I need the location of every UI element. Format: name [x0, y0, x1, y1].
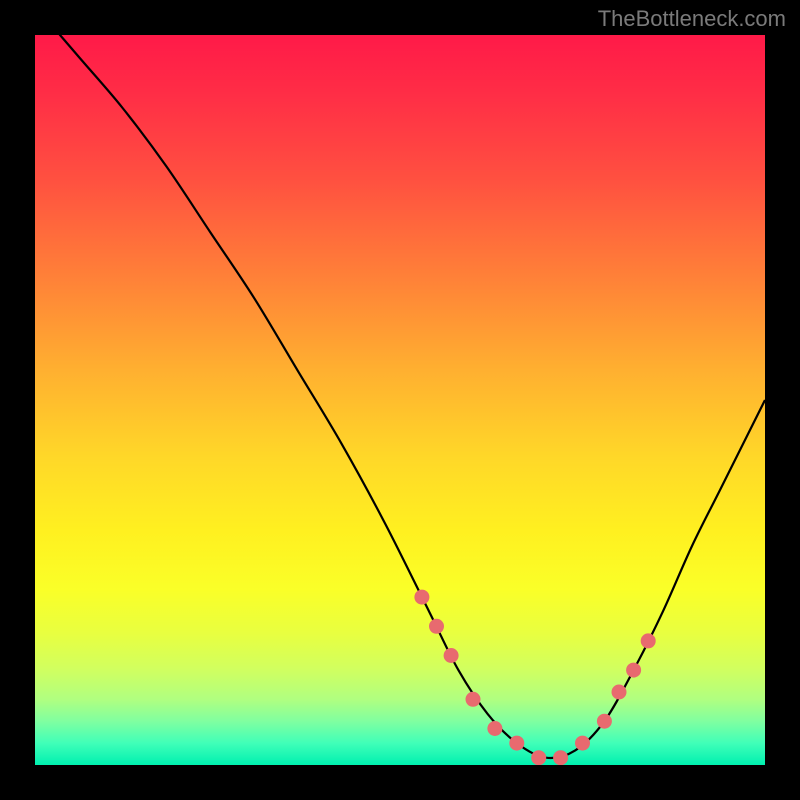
bottleneck-chart — [35, 35, 765, 765]
curve-marker — [444, 648, 459, 663]
curve-marker — [466, 692, 481, 707]
curve-marker — [531, 750, 546, 765]
curve-marker — [414, 590, 429, 605]
curve-marker — [553, 750, 568, 765]
curve-marker — [575, 736, 590, 751]
watermark-text: TheBottleneck.com — [598, 6, 786, 32]
curve-marker — [509, 736, 524, 751]
curve-marker — [429, 619, 444, 634]
curve-marker — [641, 633, 656, 648]
curve-marker — [597, 714, 612, 729]
marker-group — [414, 590, 655, 765]
bottleneck-curve-path — [35, 35, 765, 758]
curve-marker — [487, 721, 502, 736]
chart-plot-area — [35, 35, 765, 765]
curve-marker — [612, 685, 627, 700]
curve-marker — [626, 663, 641, 678]
